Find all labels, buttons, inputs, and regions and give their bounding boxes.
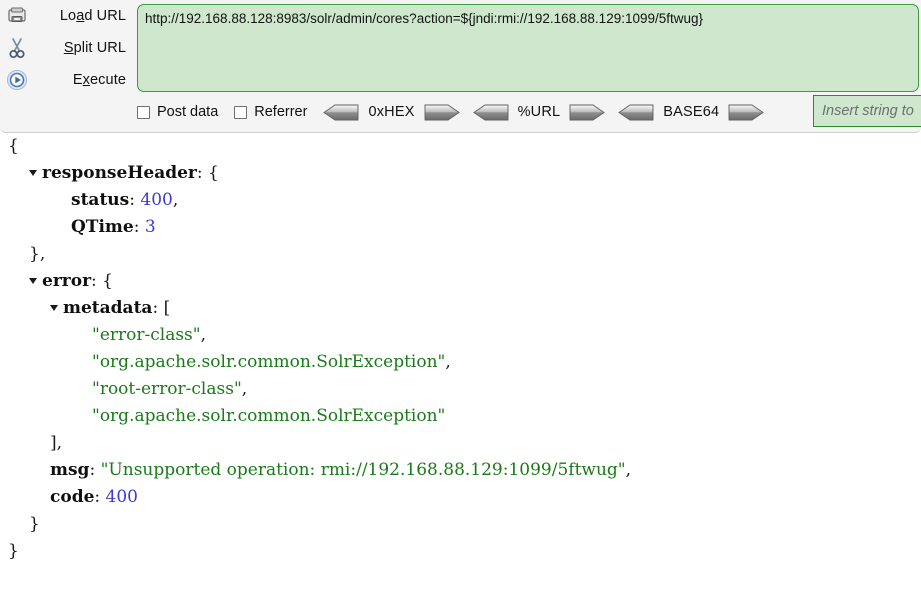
split-url-label: Split URL bbox=[63, 40, 126, 56]
post-data-label: Post data bbox=[157, 104, 219, 120]
hex-encode-right-arrow-icon[interactable] bbox=[424, 104, 460, 121]
json-line: ], bbox=[0, 430, 921, 457]
json-key: status bbox=[71, 190, 130, 210]
load-url-button[interactable]: Load URL bbox=[0, 0, 134, 32]
json-punctuation: } bbox=[8, 541, 19, 561]
json-key: metadata bbox=[63, 298, 153, 318]
execute-button[interactable]: Execute bbox=[0, 64, 134, 96]
url-encoder-label: %URL bbox=[517, 104, 561, 120]
json-key: code bbox=[50, 487, 95, 507]
disclosure-triangle-icon[interactable] bbox=[50, 305, 58, 311]
json-punctuation: }, bbox=[29, 244, 46, 264]
json-punctuation: , bbox=[200, 325, 207, 345]
json-line: msg: "Unsupported operation: rmi://192.1… bbox=[0, 457, 921, 484]
json-string-value: "org.apache.solr.common.SolrException" bbox=[92, 406, 446, 426]
json-punctuation: : bbox=[94, 487, 106, 507]
json-punctuation: : bbox=[89, 460, 101, 480]
json-line: }, bbox=[0, 241, 921, 268]
execute-label: Execute bbox=[72, 72, 126, 88]
json-line: responseHeader: { bbox=[0, 160, 921, 187]
json-line: { bbox=[0, 133, 921, 160]
hex-encoder-group: 0xHEX bbox=[323, 104, 460, 121]
json-punctuation: : bbox=[133, 217, 145, 237]
json-line: "root-error-class", bbox=[0, 376, 921, 403]
hex-encoder-label: 0xHEX bbox=[368, 104, 415, 120]
referrer-label: Referrer bbox=[254, 104, 308, 120]
json-punctuation: } bbox=[29, 514, 40, 534]
json-line: status: 400, bbox=[0, 187, 921, 214]
json-line: QTime: 3 bbox=[0, 214, 921, 241]
hackbar-panel: Load URL Split URL Execute http://192.16… bbox=[0, 0, 921, 596]
hackbar-toolbar: Load URL Split URL Execute http://192.16… bbox=[0, 0, 921, 133]
json-string-value: "root-error-class" bbox=[92, 379, 242, 399]
base64-encoder-label: BASE64 bbox=[663, 104, 720, 120]
json-punctuation: , bbox=[172, 190, 179, 210]
post-data-checkbox[interactable]: Post data bbox=[137, 104, 218, 120]
url-encoder-group: %URL bbox=[472, 104, 606, 121]
json-string-value: "error-class" bbox=[92, 325, 201, 345]
json-punctuation: , bbox=[445, 352, 451, 372]
json-line: "org.apache.solr.common.SolrException", bbox=[0, 349, 921, 376]
json-number-value: 3 bbox=[144, 217, 156, 237]
play-icon bbox=[0, 64, 34, 96]
scissors-icon bbox=[0, 32, 34, 64]
json-number-value: 400 bbox=[105, 487, 138, 507]
json-key: error bbox=[42, 271, 92, 291]
json-line: metadata: [ bbox=[0, 295, 921, 322]
url-decode-left-arrow-icon[interactable] bbox=[472, 104, 509, 121]
json-punctuation: { bbox=[8, 136, 19, 156]
json-string-value: "Unsupported operation: rmi://192.168.88… bbox=[100, 460, 626, 480]
json-line: "org.apache.solr.common.SolrException" bbox=[0, 403, 921, 430]
json-line: } bbox=[0, 538, 921, 565]
json-punctuation: ], bbox=[50, 433, 63, 453]
url-input[interactable] bbox=[137, 4, 919, 92]
json-line: error: { bbox=[0, 268, 921, 295]
load-url-icon bbox=[0, 0, 34, 32]
url-encode-right-arrow-icon[interactable] bbox=[569, 104, 606, 121]
json-punctuation: : { bbox=[91, 271, 113, 291]
disclosure-triangle-icon[interactable] bbox=[29, 278, 37, 284]
json-key: msg bbox=[50, 460, 90, 480]
action-button-column: Load URL Split URL Execute bbox=[0, 0, 134, 96]
insert-string-input[interactable] bbox=[813, 95, 921, 127]
split-url-button[interactable]: Split URL bbox=[0, 32, 134, 64]
referrer-checkbox[interactable]: Referrer bbox=[234, 104, 307, 120]
json-line: code: 400 bbox=[0, 484, 921, 511]
base64-encoder-group: BASE64 bbox=[618, 104, 765, 121]
post-data-checkbox-box[interactable] bbox=[137, 105, 150, 119]
base64-decode-left-arrow-icon[interactable] bbox=[618, 104, 654, 121]
json-number-value: 400 bbox=[140, 190, 173, 210]
json-key: QTime bbox=[71, 217, 134, 237]
json-punctuation: : [ bbox=[152, 298, 171, 318]
base64-encode-right-arrow-icon[interactable] bbox=[728, 104, 765, 121]
json-punctuation: : { bbox=[196, 163, 219, 183]
load-url-label: Load URL bbox=[59, 8, 126, 24]
json-punctuation: : bbox=[129, 190, 141, 210]
json-punctuation: , bbox=[625, 460, 632, 480]
json-string-value: "org.apache.solr.common.SolrException" bbox=[92, 352, 446, 372]
json-punctuation: , bbox=[241, 379, 248, 399]
json-key: responseHeader bbox=[42, 163, 197, 183]
disclosure-triangle-icon[interactable] bbox=[29, 170, 37, 176]
json-line: } bbox=[0, 511, 921, 538]
json-response-viewer: {responseHeader: {status: 400, QTime: 3},… bbox=[0, 133, 921, 596]
hex-decode-left-arrow-icon[interactable] bbox=[323, 104, 359, 121]
options-row: Post data Referrer 0xHEX %URL BASE64 bbox=[137, 95, 921, 129]
json-line: "error-class", bbox=[0, 322, 921, 349]
referrer-checkbox-box[interactable] bbox=[234, 105, 248, 119]
